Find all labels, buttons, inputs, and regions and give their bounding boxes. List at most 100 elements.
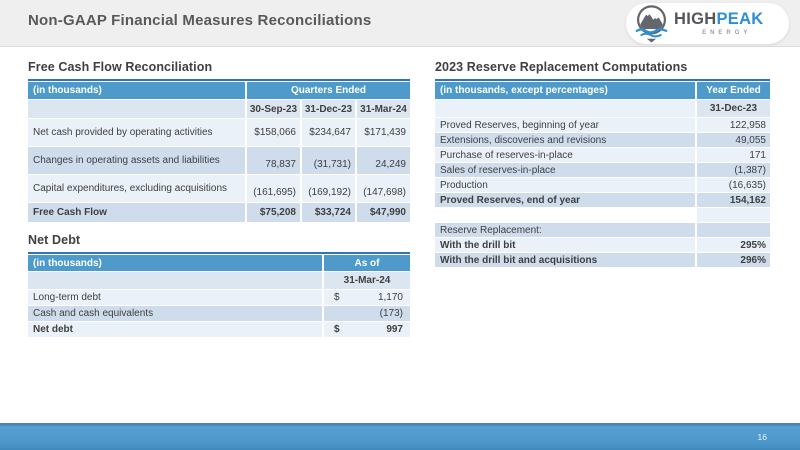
logo-subtitle: ENERGY	[674, 30, 764, 36]
page-number: 16	[758, 432, 767, 442]
table-header-row: (in thousands, except percentages) Year …	[435, 82, 770, 99]
footer-bar: 16	[0, 423, 800, 450]
cell-value: 122,958	[697, 118, 770, 132]
row-label: Net debt	[28, 322, 322, 337]
header-band: Non-GAAP Financial Measures Reconciliati…	[0, 0, 800, 47]
cell-value: 154,162	[697, 193, 770, 207]
table-row: With the drill bit 295%	[435, 238, 770, 252]
right-column: 2023 Reserve Replacement Computations (i…	[435, 60, 770, 268]
subheader-spacer	[28, 100, 245, 118]
table-row: Cash and cash equivalents (173)	[28, 306, 410, 321]
header-group: Year Ended	[697, 82, 770, 99]
table-row: Proved Reserves, beginning of year 122,9…	[435, 118, 770, 132]
cell-value: 24,249	[357, 147, 410, 174]
column-header: 31-Dec-23	[697, 100, 770, 117]
header-group: As of	[324, 255, 410, 271]
row-label: Proved Reserves, beginning of year	[435, 118, 695, 132]
table-total-row: Net debt $997	[28, 322, 410, 337]
table-header-row: (in thousands) Quarters Ended	[28, 82, 410, 99]
cell-value: (31,731)	[302, 147, 355, 174]
cell-value: $158,066	[247, 119, 300, 146]
amount: (173)	[380, 308, 403, 319]
table-row: Purchase of reserves-in-place 171	[435, 148, 770, 162]
cell-value: 78,837	[247, 147, 300, 174]
header-label: (in thousands)	[28, 255, 322, 271]
row-label: Extensions, discoveries and revisions	[435, 133, 695, 147]
header-group: Quarters Ended	[247, 82, 410, 99]
fcf-section-title: Free Cash Flow Reconciliation	[28, 60, 410, 74]
logo-name: HIGHPEAK	[674, 11, 764, 28]
row-label: Net cash provided by operating activitie…	[28, 119, 245, 146]
cell-value: 49,055	[697, 133, 770, 147]
cell-value: $75,208	[247, 203, 300, 222]
cell-value: 295%	[697, 238, 770, 252]
table-total-row: Free Cash Flow $75,208 $33,724 $47,990	[28, 203, 410, 222]
table-subheader-row: 31-Mar-24	[28, 272, 410, 289]
column-header: 31-Mar-24	[357, 100, 410, 118]
column-header: 30-Sep-23	[247, 100, 300, 118]
cell-value: $47,990	[357, 203, 410, 222]
page-title: Non-GAAP Financial Measures Reconciliati…	[28, 12, 371, 29]
row-label	[435, 208, 695, 222]
cell-value: 296%	[697, 253, 770, 267]
amount: 1,170	[378, 292, 403, 303]
cell-value: (147,698)	[357, 175, 410, 202]
table-row: With the drill bit and acquisitions 296%	[435, 253, 770, 267]
left-column: Free Cash Flow Reconciliation (in thousa…	[28, 60, 410, 338]
subheader-spacer	[28, 272, 322, 289]
table-subheader-row: 30-Sep-23 31-Dec-23 31-Mar-24	[28, 100, 410, 118]
cell-value: $1,170	[324, 290, 410, 305]
row-label: Production	[435, 178, 695, 192]
header-label: (in thousands, except percentages)	[435, 82, 695, 99]
row-label: Reserve Replacement:	[435, 223, 695, 237]
cell-value: (16,635)	[697, 178, 770, 192]
currency-symbol: $	[334, 292, 340, 303]
table-row: Reserve Replacement:	[435, 223, 770, 237]
amount: 997	[386, 324, 403, 335]
column-header: 31-Mar-24	[324, 272, 410, 289]
row-label: Long-term debt	[28, 290, 322, 305]
row-label: Cash and cash equivalents	[28, 306, 322, 321]
table-row: Long-term debt $1,170	[28, 290, 410, 305]
mountain-icon	[633, 3, 670, 44]
table-row: Production (16,635)	[435, 178, 770, 192]
cell-value	[697, 223, 770, 237]
net-debt-table: (in thousands) As of 31-Mar-24 Long-term…	[28, 252, 410, 337]
cell-value: $171,439	[357, 119, 410, 146]
row-label: Changes in operating assets and liabilit…	[28, 147, 245, 174]
table-subheader-row: 31-Dec-23	[435, 100, 770, 117]
cell-value: (1,387)	[697, 163, 770, 177]
cell-value: $234,647	[302, 119, 355, 146]
reserve-section-title: 2023 Reserve Replacement Computations	[435, 60, 770, 74]
table-row: Extensions, discoveries and revisions 49…	[435, 133, 770, 147]
cell-value: $997	[324, 322, 410, 337]
cell-value	[697, 208, 770, 222]
cell-value: (173)	[324, 306, 410, 321]
currency-symbol: $	[334, 324, 340, 335]
table-row: Changes in operating assets and liabilit…	[28, 147, 410, 174]
row-label: With the drill bit	[435, 238, 695, 252]
cell-value: (161,695)	[247, 175, 300, 202]
row-label: Free Cash Flow	[28, 203, 245, 222]
cell-value: $33,724	[302, 203, 355, 222]
row-label: Capital expenditures, excluding acquisit…	[28, 175, 245, 202]
table-row: Sales of reserves-in-place (1,387)	[435, 163, 770, 177]
fcf-table: (in thousands) Quarters Ended 30-Sep-23 …	[28, 79, 410, 222]
table-total-row: Proved Reserves, end of year 154,162	[435, 193, 770, 207]
slide: Non-GAAP Financial Measures Reconciliati…	[0, 0, 800, 450]
cell-value: 171	[697, 148, 770, 162]
table-header-row: (in thousands) As of	[28, 255, 410, 271]
row-label: With the drill bit and acquisitions	[435, 253, 695, 267]
logo: HIGHPEAK ENERGY	[626, 3, 789, 44]
row-label: Sales of reserves-in-place	[435, 163, 695, 177]
reserve-table: (in thousands, except percentages) Year …	[435, 79, 770, 267]
cell-value: (169,192)	[302, 175, 355, 202]
table-spacer-row	[435, 208, 770, 222]
table-row: Capital expenditures, excluding acquisit…	[28, 175, 410, 202]
net-debt-section-title: Net Debt	[28, 233, 410, 247]
subheader-spacer	[435, 100, 695, 117]
logo-text: HIGHPEAK ENERGY	[674, 11, 764, 37]
row-label: Proved Reserves, end of year	[435, 193, 695, 207]
table-row: Net cash provided by operating activitie…	[28, 119, 410, 146]
column-header: 31-Dec-23	[302, 100, 355, 118]
